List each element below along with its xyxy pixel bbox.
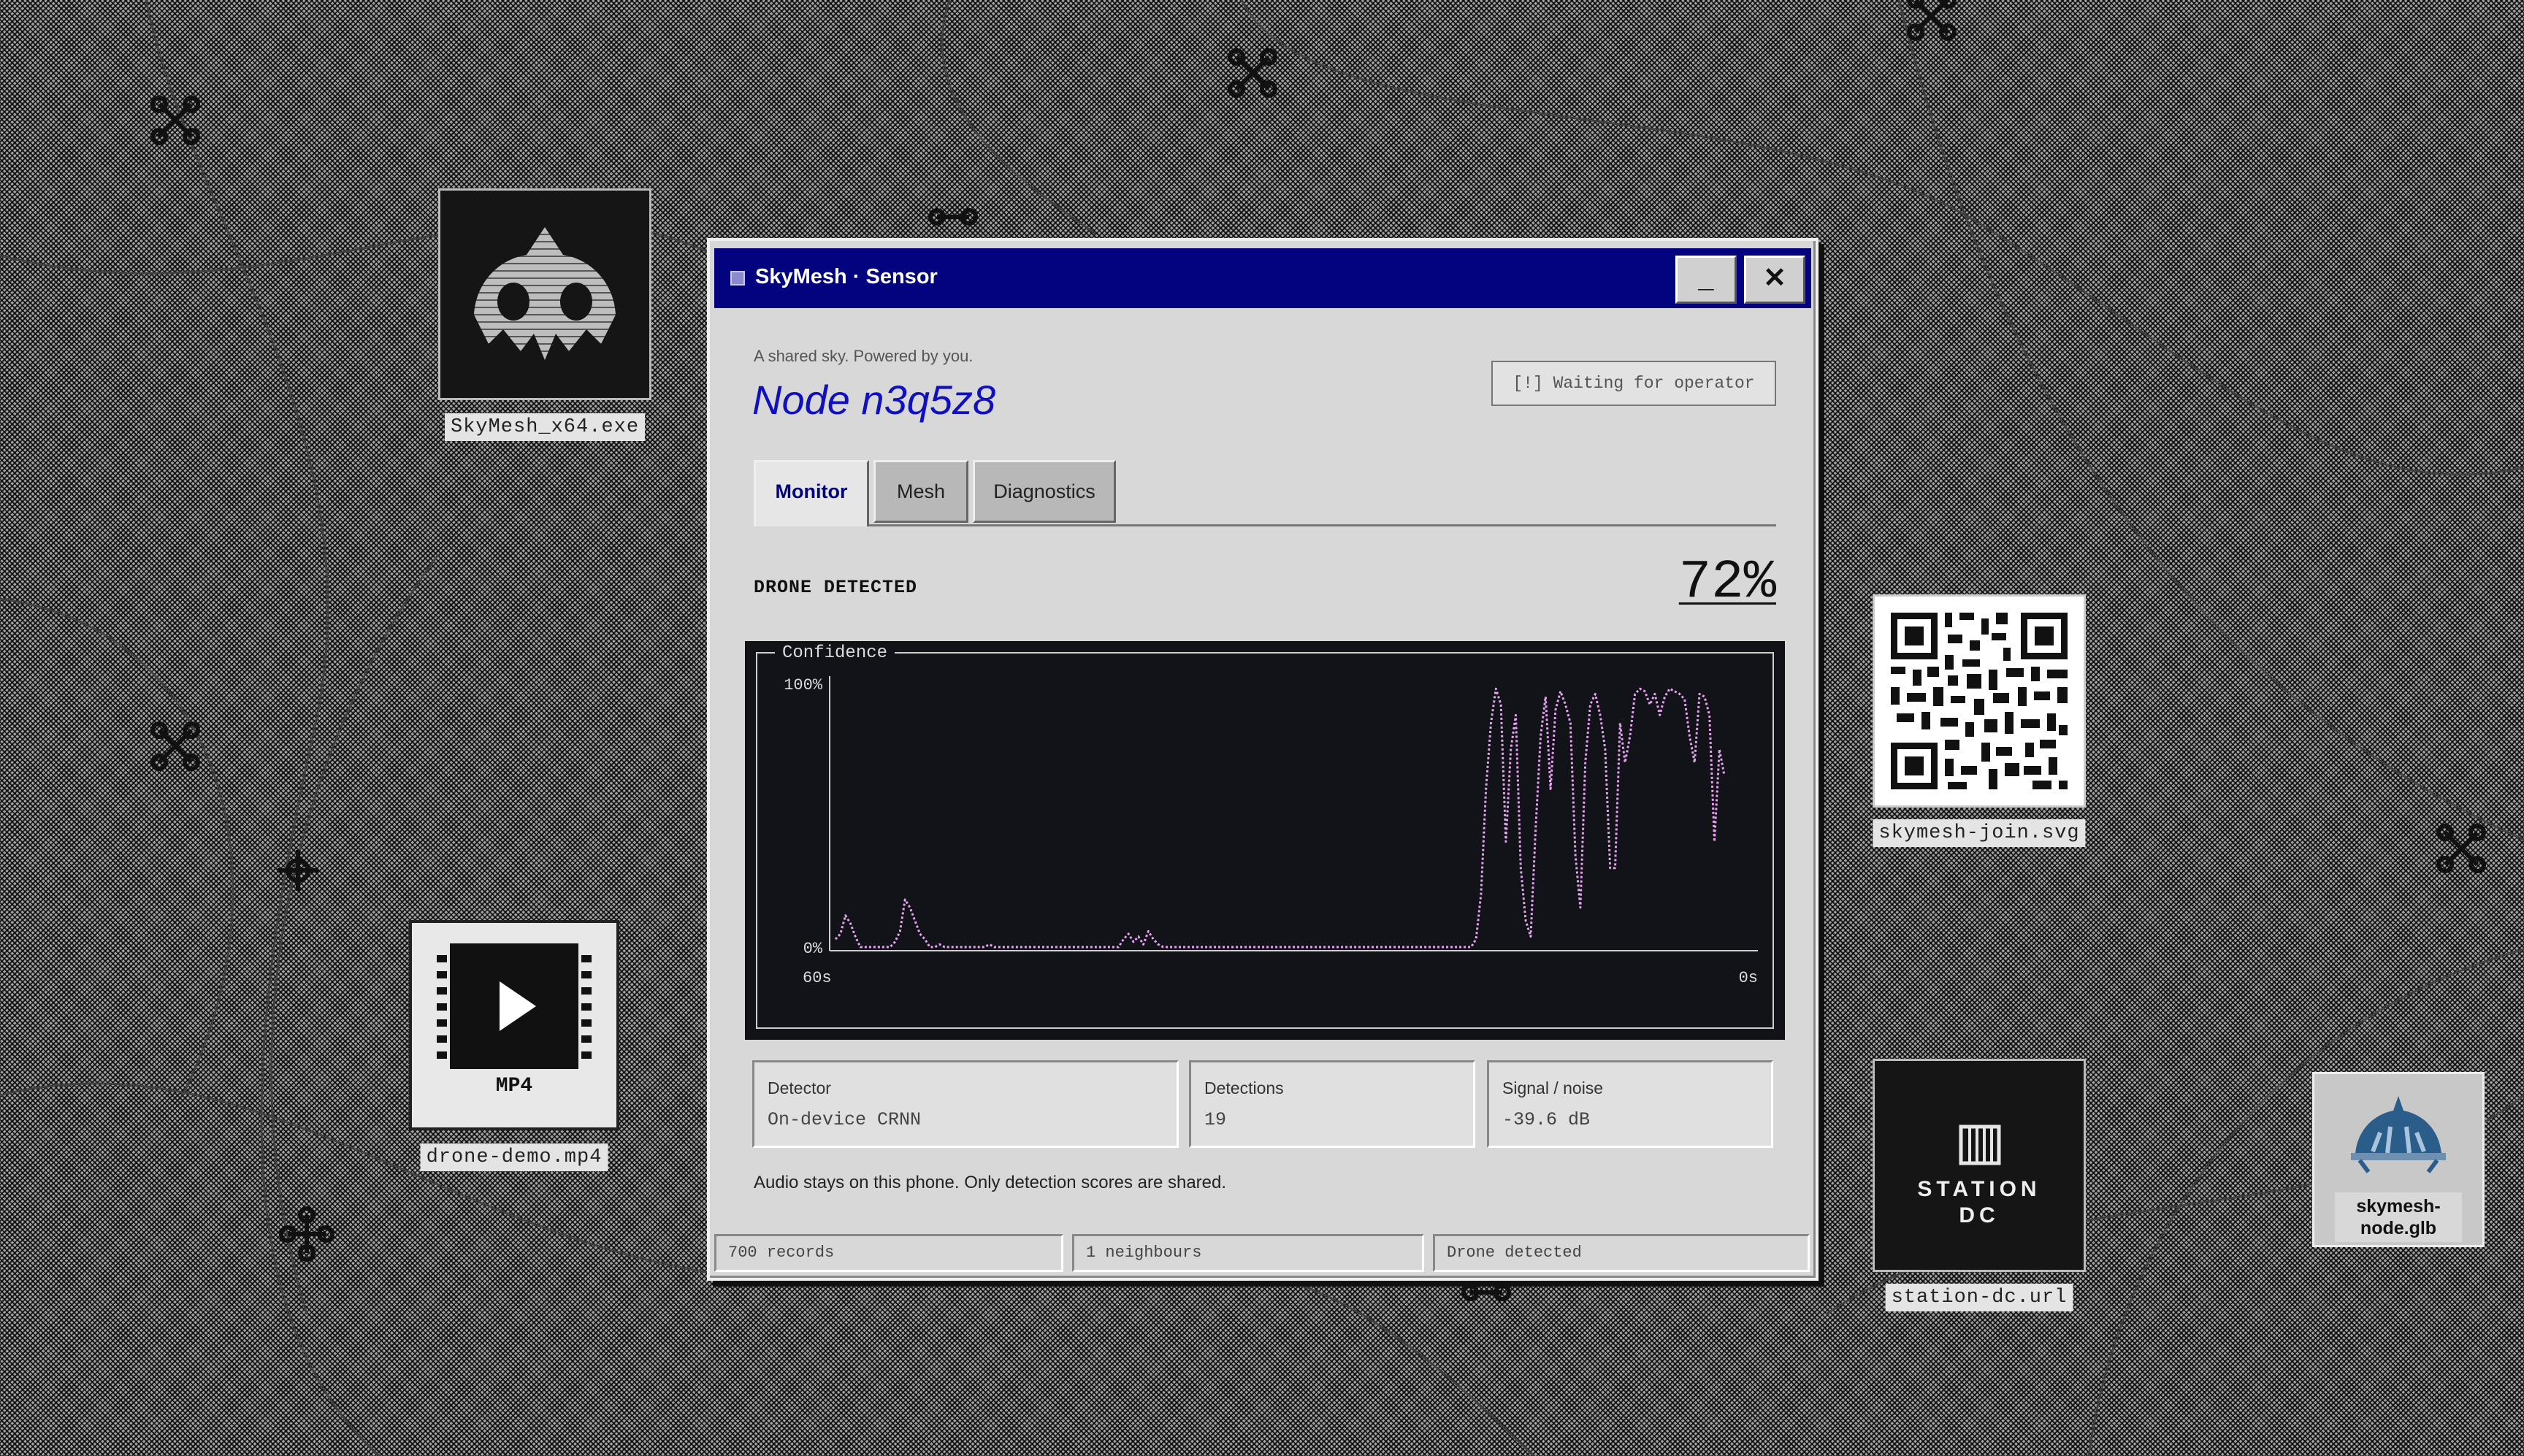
station-icon: STATION DC — [1873, 1059, 2086, 1272]
stat-key: Detector — [768, 1078, 831, 1097]
chart-title: Confidence — [775, 643, 895, 663]
desktop-icon-label: SkyMesh_x64.exe — [444, 413, 646, 441]
close-button[interactable]: ✕ — [1744, 256, 1805, 304]
stat-detector: Detector On-device CRNN — [752, 1060, 1179, 1148]
stat-detections: Detections 19 — [1189, 1060, 1475, 1148]
stat-signal-noise: Signal / noise -39.6 dB — [1487, 1060, 1773, 1148]
privacy-note: Audio stays on this phone. Only detectio… — [754, 1173, 1227, 1192]
video-chip-icon: MP4 — [409, 920, 619, 1130]
tab-diagnostics[interactable]: Diagnostics — [973, 460, 1116, 523]
tab-monitor[interactable]: Monitor — [754, 460, 869, 526]
stat-key: Signal / noise — [1502, 1078, 1604, 1097]
status-bar: 700 records 1 neighbours Drone detected — [714, 1234, 1811, 1275]
detection-label: DRONE DETECTED — [754, 577, 918, 598]
desktop-icon-label: skymesh-node.glb — [2335, 1192, 2462, 1242]
desktop-icon-label: station-dc.url — [1885, 1284, 2073, 1311]
tagline: A shared sky. Powered by you. — [754, 347, 974, 365]
status-records: 700 records — [714, 1234, 1063, 1272]
skymesh-sensor-window[interactable]: SkyMesh · Sensor _ ✕ A shared sky. Power… — [707, 238, 1819, 1281]
confidence-chart: 100% 0% 60s 0s Confidence — [745, 641, 1785, 1040]
chart-frame: Confidence — [756, 643, 1774, 1029]
stat-key: Detections — [1204, 1078, 1284, 1097]
tab-mesh[interactable]: Mesh — [873, 460, 968, 523]
status-detection: Drone detected — [1433, 1234, 1810, 1272]
stat-value: -39.6 dB — [1502, 1109, 1591, 1130]
stat-value: 19 — [1204, 1109, 1227, 1130]
window-title: SkyMesh · Sensor — [755, 265, 938, 288]
node-title: Node n3q5z8 — [752, 377, 996, 423]
qr-code-icon — [1873, 594, 2086, 808]
mp4-badge: MP4 — [495, 1075, 533, 1097]
tab-bar: Monitor Mesh Diagnostics — [754, 460, 1776, 526]
status-neighbours: 1 neighbours — [1072, 1234, 1424, 1272]
stat-value: On-device CRNN — [768, 1109, 922, 1130]
station-name: STATION DC — [1917, 1177, 2041, 1227]
dome-model-icon: skymesh-node.glb — [2312, 1072, 2485, 1247]
operator-status-badge: [!] Waiting for operator — [1491, 361, 1776, 406]
skymesh-app-icon — [438, 188, 651, 400]
desktop-icon-label: drone-demo.mp4 — [420, 1143, 608, 1171]
window-titlebar[interactable]: SkyMesh · Sensor _ ✕ — [714, 248, 1811, 308]
app-window-icon — [730, 271, 745, 286]
detection-confidence-value: 72% — [1678, 552, 1776, 613]
desktop-icon-label: skymesh-join.svg — [1873, 819, 2086, 847]
minimize-button[interactable]: _ — [1675, 256, 1737, 304]
